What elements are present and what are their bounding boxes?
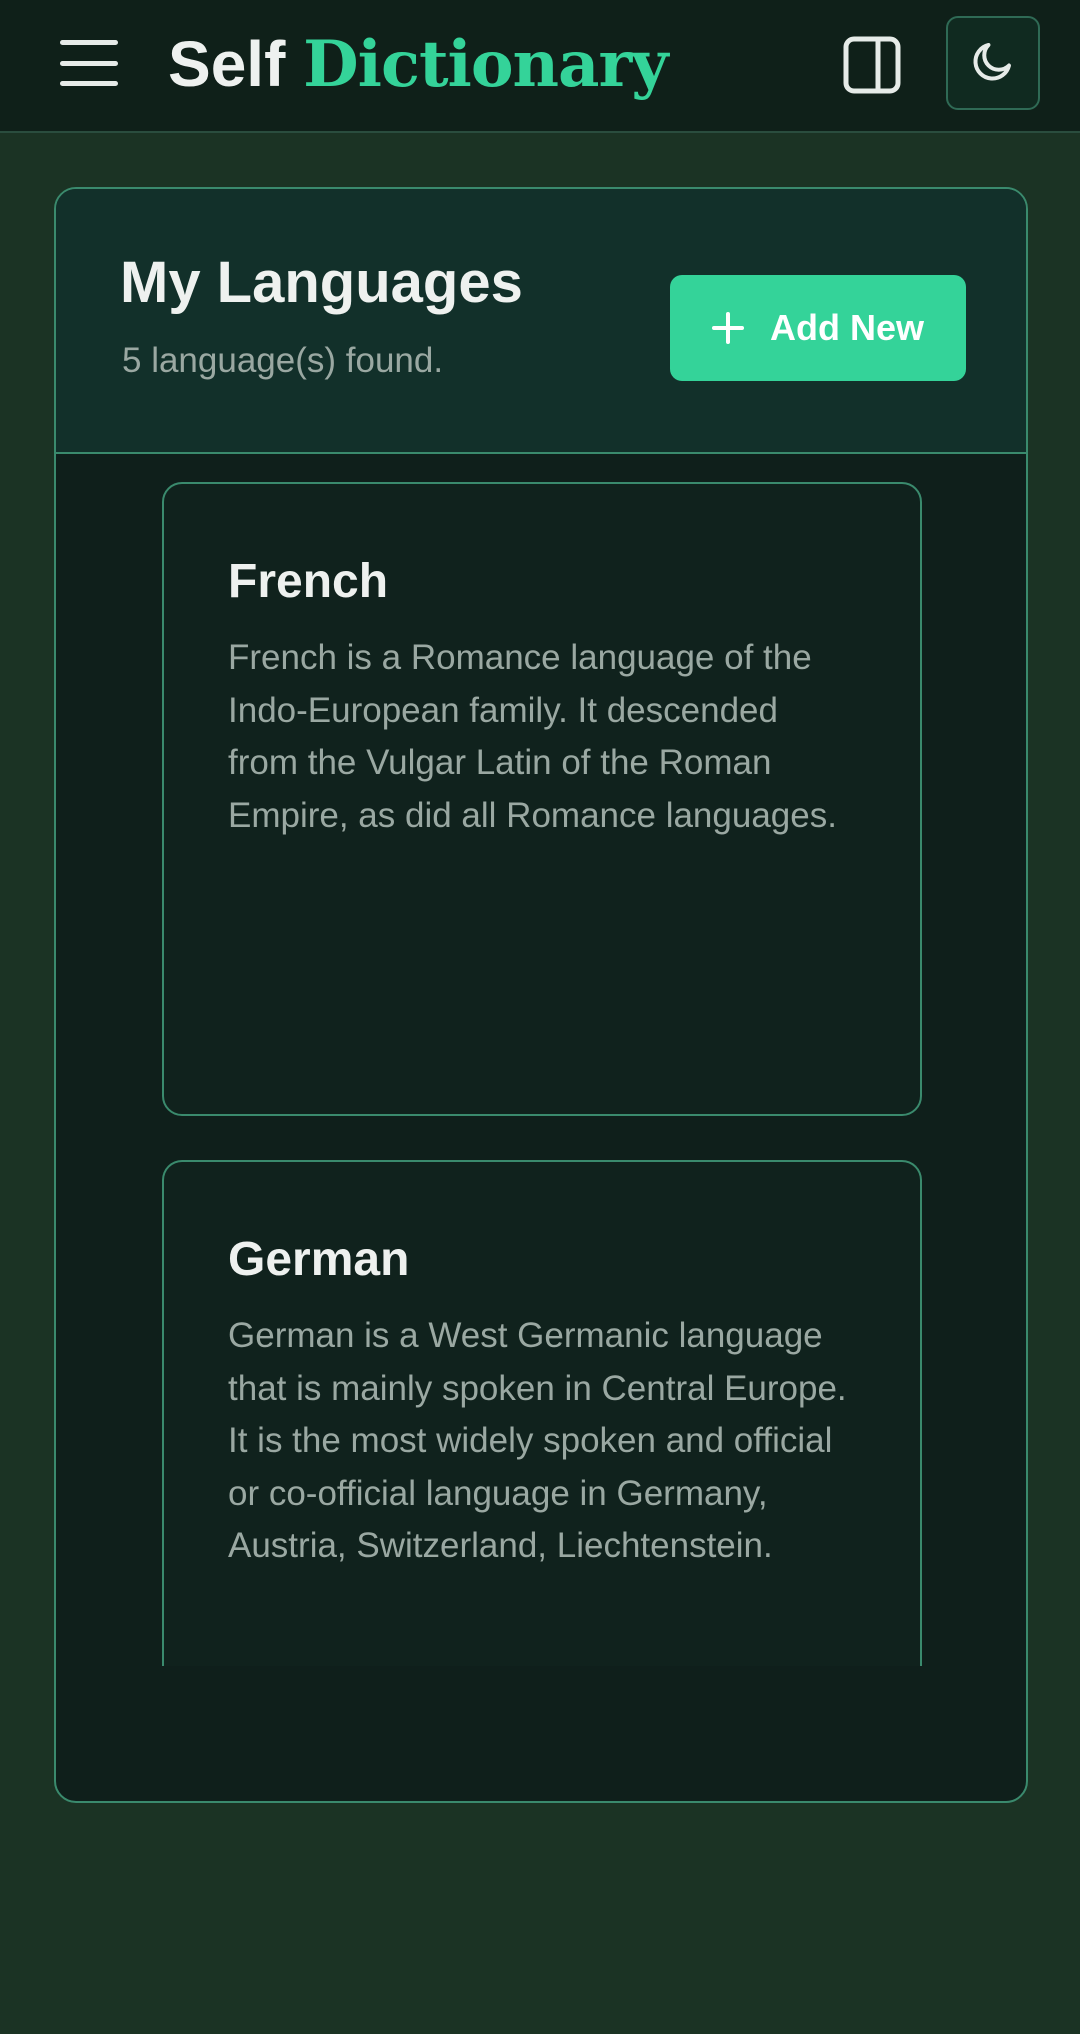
language-card[interactable]: German German is a West Germanic languag… <box>162 1160 922 1666</box>
app-title[interactable]: Self Dictionary <box>168 24 668 105</box>
language-list[interactable]: French French is a Romance language of t… <box>56 454 1026 1666</box>
menu-line <box>60 60 118 66</box>
plus-icon <box>711 312 744 344</box>
language-description: French is a Romance language of the Indo… <box>228 638 837 835</box>
app-header: Self Dictionary <box>0 0 1080 133</box>
languages-panel: My Languages 5 language(s) found. Add Ne… <box>54 187 1028 1803</box>
brand-first: Self <box>168 28 286 100</box>
moon-icon <box>969 37 1017 90</box>
add-language-button[interactable]: Add New <box>670 275 966 381</box>
sidebar-toggle-icon[interactable] <box>843 36 901 94</box>
brand-second: Dictionary <box>303 27 668 102</box>
menu-icon[interactable] <box>58 36 120 90</box>
language-name: German <box>228 1233 410 1286</box>
language-card[interactable]: French French is a Romance language of t… <box>162 482 922 1116</box>
language-description: German is a West Germanic language that … <box>228 1316 847 1565</box>
language-count: 5 language(s) found. <box>122 341 444 380</box>
menu-line <box>60 40 118 45</box>
panel-header: My Languages 5 language(s) found. Add Ne… <box>56 189 1026 454</box>
page-title: My Languages <box>120 250 523 315</box>
add-button-label: Add New <box>769 307 924 348</box>
theme-toggle-button[interactable] <box>946 16 1040 110</box>
menu-line <box>60 81 118 86</box>
language-name: French <box>228 555 389 608</box>
